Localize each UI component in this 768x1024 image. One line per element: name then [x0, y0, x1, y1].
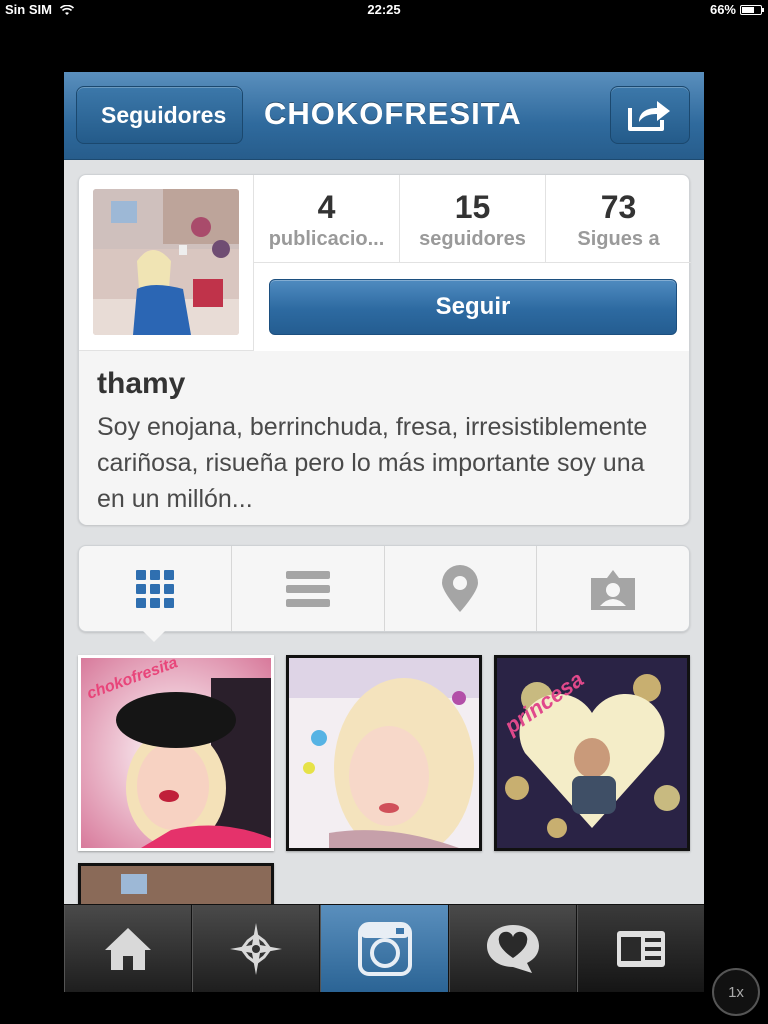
tab-camera[interactable] — [320, 905, 449, 992]
back-button[interactable]: Seguidores — [76, 86, 244, 144]
bio-section: thamy Soy enojana, berrinchuda, fresa, i… — [79, 351, 689, 525]
stat-number: 15 — [454, 189, 491, 225]
stat-label: Sigues a — [577, 228, 660, 250]
stat-label: publicacio... — [268, 228, 385, 250]
profile-name: thamy — [97, 367, 186, 400]
view-mode-tabs — [78, 545, 690, 632]
share-icon — [628, 101, 670, 131]
profile-card-icon — [616, 930, 665, 967]
profile-username-title: CHOKOFRESITA — [264, 96, 522, 131]
photo-thumbnail[interactable]: princesa — [494, 655, 690, 851]
stat-label: seguidores — [419, 228, 526, 250]
navigation-bar: Seguidores CHOKOFRESITA — [64, 72, 704, 160]
tab-explore[interactable] — [192, 905, 321, 992]
posts-count-stat[interactable]: 4 publicacio... — [254, 175, 400, 262]
following-count-stat[interactable]: 73 Sigues a — [546, 175, 691, 262]
tab-home[interactable] — [64, 905, 193, 992]
share-button[interactable] — [610, 86, 690, 144]
selected-tab-pointer — [142, 630, 166, 642]
avatar-cell — [79, 175, 254, 351]
instagram-app: Seguidores CHOKOFRESITA 4 publicacio... … — [64, 72, 704, 992]
zoom-toggle-button[interactable]: 1x — [712, 968, 760, 1016]
photo-thumbnail[interactable] — [286, 655, 482, 851]
grid-icon — [135, 569, 174, 608]
back-button-label: Seguidores — [101, 102, 227, 128]
profile-bio: Soy enojana, berrinchuda, fresa, irresis… — [97, 413, 648, 513]
profile-card: 4 publicacio... 15 seguidores 73 Sigues … — [78, 174, 691, 525]
tab-tagged-photos[interactable] — [537, 546, 689, 631]
battery-status: 66% — [709, 2, 764, 17]
location-pin-icon — [442, 564, 479, 612]
photo-thumbnail[interactable]: chokofresita — [78, 655, 274, 851]
followers-count-stat[interactable]: 15 seguidores — [400, 175, 546, 262]
status-clock: 22:25 — [367, 2, 401, 17]
camera-icon — [357, 921, 412, 976]
list-icon — [285, 570, 330, 607]
profile-stats: 4 publicacio... 15 seguidores 73 Sigues … — [254, 175, 691, 263]
battery-icon — [740, 4, 764, 15]
home-icon — [105, 927, 152, 970]
tagged-user-icon — [591, 569, 636, 610]
tab-map-view[interactable] — [385, 546, 538, 631]
stat-number: 4 — [317, 189, 336, 225]
stat-number: 73 — [600, 189, 637, 225]
battery-percent: 66% — [709, 2, 736, 17]
status-bar: Sin SIM 22:25 66% — [0, 0, 768, 20]
follow-button[interactable]: Seguir — [269, 279, 677, 335]
tab-news[interactable] — [448, 905, 577, 992]
explore-star-icon — [230, 922, 283, 975]
tab-grid-view[interactable] — [79, 546, 232, 631]
news-heart-bubble-icon — [486, 924, 539, 973]
tab-profile[interactable] — [576, 905, 704, 992]
profile-avatar[interactable] — [93, 189, 239, 335]
bottom-tab-bar — [64, 904, 704, 992]
tab-list-view[interactable] — [232, 546, 385, 631]
